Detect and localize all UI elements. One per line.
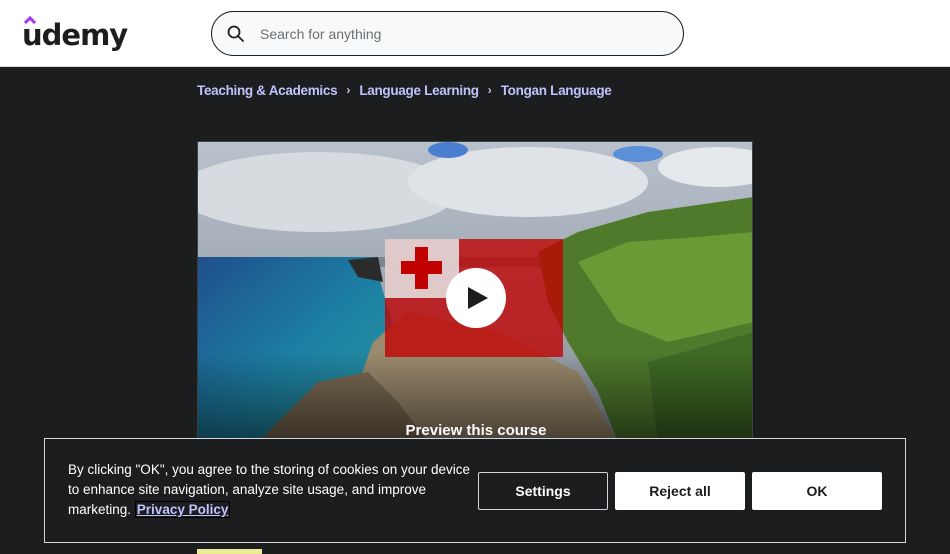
bestseller-badge: [197, 549, 262, 554]
search-input[interactable]: [260, 12, 660, 55]
play-button[interactable]: [446, 268, 506, 328]
play-icon: [468, 287, 488, 309]
breadcrumb-teaching-academics[interactable]: Teaching & Academics: [197, 83, 338, 98]
cookie-message-text: By clicking "OK", you agree to the stori…: [68, 462, 471, 517]
privacy-policy-link[interactable]: Privacy Policy: [134, 501, 231, 518]
udemy-logo[interactable]: udemy: [22, 14, 128, 52]
cookie-message: By clicking "OK", you agree to the stori…: [68, 460, 478, 520]
reject-all-button[interactable]: Reject all: [615, 472, 745, 510]
logo-text: udemy: [22, 18, 128, 52]
course-preview-video[interactable]: Preview this course: [197, 141, 753, 441]
top-header: udemy: [0, 0, 950, 67]
cookie-consent-banner: By clicking "OK", you agree to the stori…: [44, 438, 906, 543]
breadcrumb-tongan-language[interactable]: Tongan Language: [501, 83, 612, 98]
cookie-settings-button[interactable]: Settings: [478, 472, 608, 510]
ok-button[interactable]: OK: [752, 472, 882, 510]
search-bar[interactable]: [211, 11, 684, 56]
chevron-right-icon: ›: [346, 83, 351, 97]
chevron-right-icon: ›: [487, 83, 492, 97]
breadcrumb-language-learning[interactable]: Language Learning: [359, 83, 479, 98]
preview-course-label[interactable]: Preview this course: [198, 422, 752, 439]
breadcrumb: Teaching & Academics › Language Learning…: [197, 81, 612, 99]
search-icon[interactable]: [226, 24, 246, 44]
